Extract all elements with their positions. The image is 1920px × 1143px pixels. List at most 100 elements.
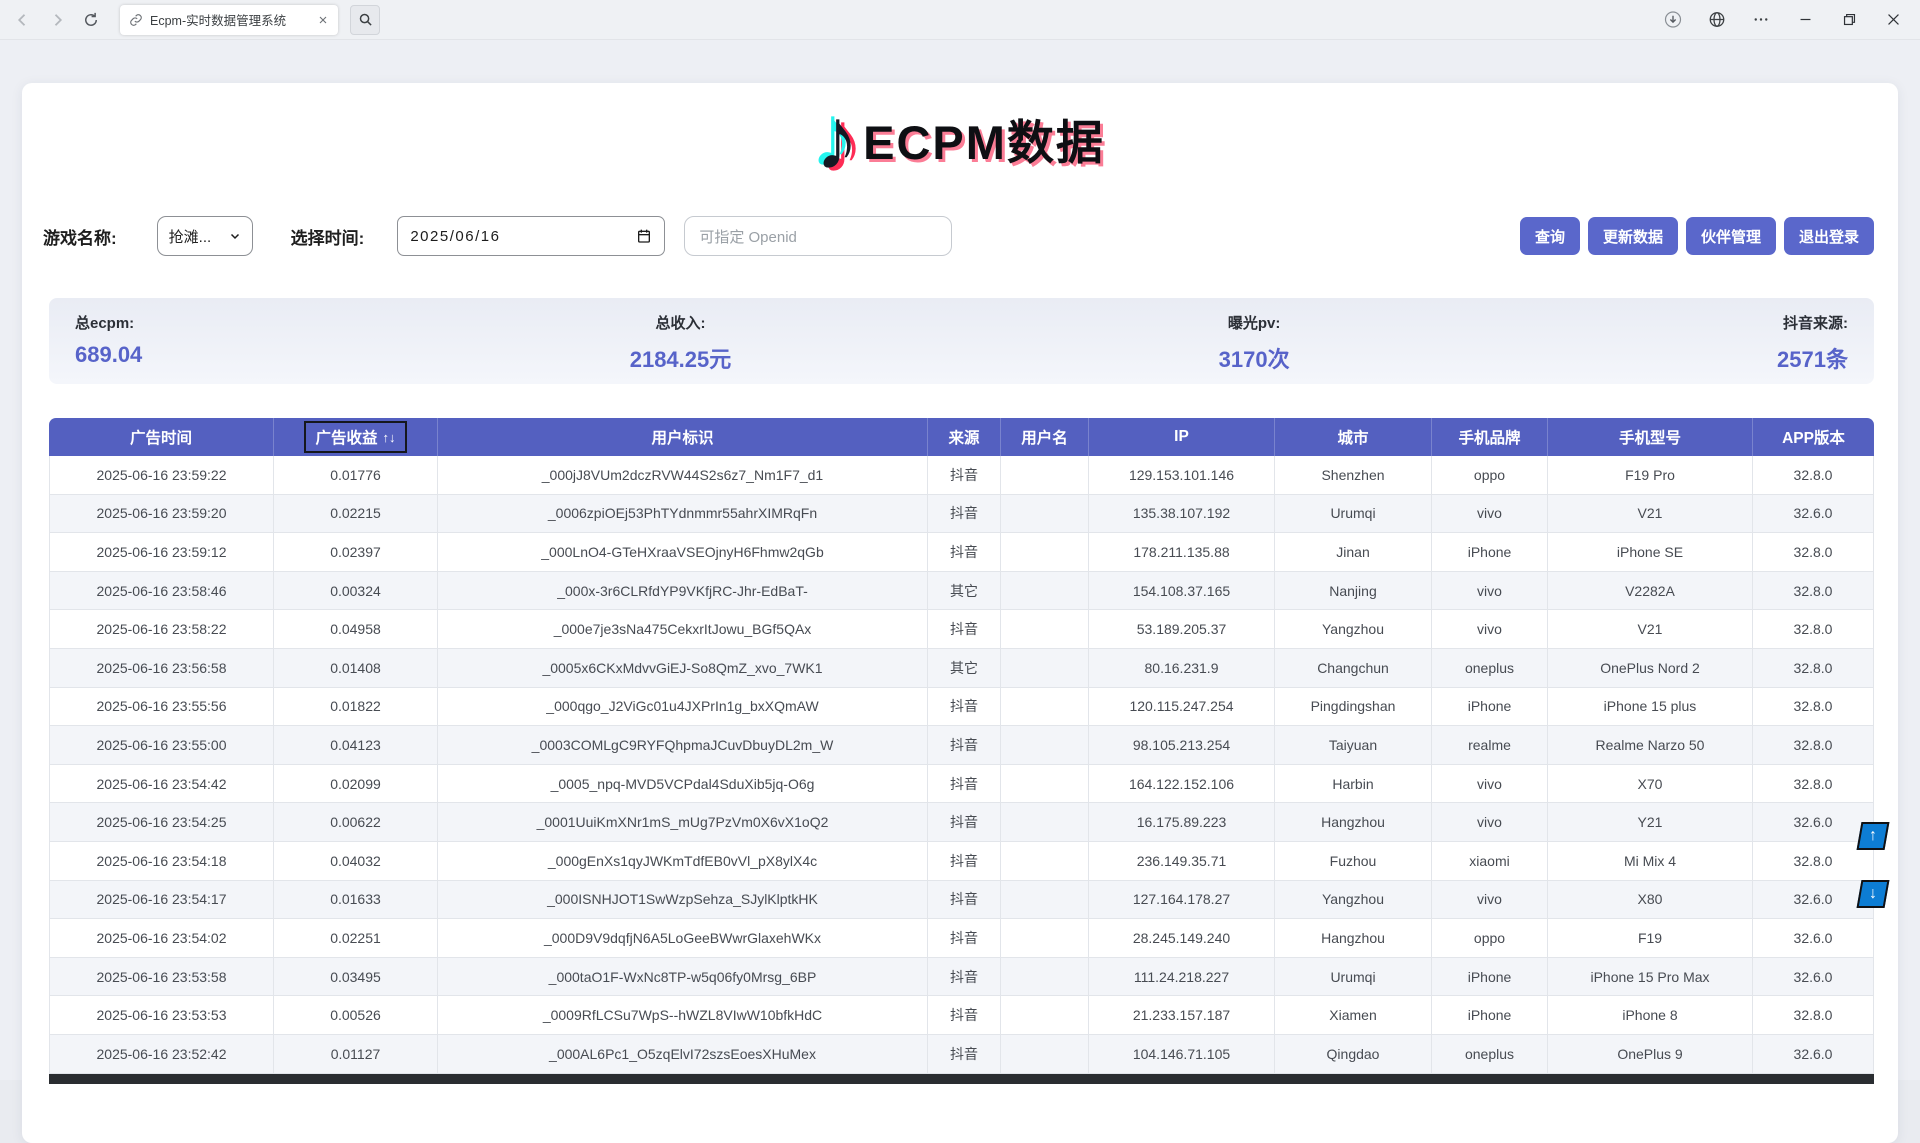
stat-value: 2184.25元 bbox=[630, 342, 732, 374]
city-cell: Nanjing bbox=[1275, 572, 1432, 611]
ad-time-cell: 2025-06-16 23:54:17 bbox=[49, 881, 274, 920]
logout-button[interactable]: 退出登录 bbox=[1784, 217, 1874, 255]
ad-time-cell: 2025-06-16 23:55:00 bbox=[49, 726, 274, 765]
search-button[interactable] bbox=[350, 5, 380, 35]
ip-cell: 16.175.89.223 bbox=[1089, 803, 1275, 842]
ad-revenue-cell: 0.04958 bbox=[274, 610, 438, 649]
phone-model-cell: iPhone 15 Pro Max bbox=[1548, 958, 1753, 997]
date-input[interactable]: 2025/06/16 bbox=[397, 216, 665, 256]
phone-brand-cell: vivo bbox=[1432, 803, 1548, 842]
ad-revenue-cell: 0.01776 bbox=[274, 456, 438, 495]
stats-bar: 总ecpm: 689.04 总收入: 2184.25元 曝光pv: 3170次 … bbox=[49, 298, 1874, 384]
user-id-cell: _000qgo_J2ViGc01u4JXPrIn1g_bxXQmAW bbox=[438, 688, 928, 727]
more-menu-icon[interactable] bbox=[1752, 11, 1770, 29]
game-name-label: 游戏名称: bbox=[43, 224, 117, 249]
source-cell: 抖音 bbox=[928, 803, 1001, 842]
table-row: 2025-06-16 23:52:420.01127_000AL6Pc1_O5z… bbox=[49, 1035, 1874, 1074]
phone-brand-cell: iPhone bbox=[1432, 533, 1548, 572]
refresh-data-button[interactable]: 更新数据 bbox=[1588, 217, 1678, 255]
app-version-cell: 32.8.0 bbox=[1753, 688, 1874, 727]
username-cell bbox=[1001, 533, 1089, 572]
source-cell: 抖音 bbox=[928, 1035, 1001, 1074]
source-cell: 抖音 bbox=[928, 726, 1001, 765]
partner-manage-button[interactable]: 伙伴管理 bbox=[1686, 217, 1776, 255]
table-row: 2025-06-16 23:55:560.01822_000qgo_J2ViGc… bbox=[49, 688, 1874, 727]
phone-brand-cell: oneplus bbox=[1432, 1035, 1548, 1074]
stat-total-income: 总收入: 2184.25元 bbox=[630, 312, 732, 370]
username-cell bbox=[1001, 996, 1089, 1035]
city-cell: Xiamen bbox=[1275, 996, 1432, 1035]
ad-time-cell: 2025-06-16 23:56:58 bbox=[49, 649, 274, 688]
window-close-icon[interactable] bbox=[1884, 11, 1902, 29]
tab-close-icon[interactable] bbox=[317, 14, 329, 26]
source-cell: 其它 bbox=[928, 572, 1001, 611]
globe-icon[interactable] bbox=[1708, 11, 1726, 29]
minimize-icon[interactable] bbox=[1796, 11, 1814, 29]
user-id-cell: _0001UuiKmXNr1mS_mUg7PzVm0X6vX1oQ2 bbox=[438, 803, 928, 842]
forward-icon[interactable] bbox=[48, 11, 66, 29]
browser-tab[interactable]: Ecpm-实时数据管理系统 bbox=[120, 5, 338, 35]
user-id-cell: _0005x6CKxMdvvGiEJ-So8QmZ_xvo_7WK1 bbox=[438, 649, 928, 688]
city-cell: Changchun bbox=[1275, 649, 1432, 688]
username-cell bbox=[1001, 1035, 1089, 1074]
app-version-cell: 32.6.0 bbox=[1753, 919, 1874, 958]
ad-revenue-cell: 0.02099 bbox=[274, 765, 438, 804]
revenue-sort-button[interactable]: 广告收益↑↓ bbox=[304, 421, 406, 453]
ip-cell: 178.211.135.88 bbox=[1089, 533, 1275, 572]
ip-cell: 154.108.37.165 bbox=[1089, 572, 1275, 611]
column-header-ad-revenue[interactable]: 广告收益↑↓ bbox=[274, 418, 438, 456]
app-version-cell: 32.6.0 bbox=[1753, 1035, 1874, 1074]
table-row: 2025-06-16 23:54:020.02251_000D9V9dqfjN6… bbox=[49, 919, 1874, 958]
ip-cell: 21.233.157.187 bbox=[1089, 996, 1275, 1035]
game-select[interactable]: 抢滩... bbox=[157, 216, 253, 256]
table-row: 2025-06-16 23:59:120.02397_000LnO4-GTeHX… bbox=[49, 533, 1874, 572]
username-cell bbox=[1001, 572, 1089, 611]
city-cell: Taiyuan bbox=[1275, 726, 1432, 765]
data-table: 广告时间广告收益↑↓用户标识来源用户名IP城市手机品牌手机型号APP版本 202… bbox=[49, 418, 1874, 1084]
stat-total-ecpm: 总ecpm: 689.04 bbox=[75, 312, 142, 370]
user-id-cell: _000gEnXs1qyJWKmTdfEB0vVl_pX8ylX4c bbox=[438, 842, 928, 881]
source-cell: 抖音 bbox=[928, 958, 1001, 997]
ip-cell: 127.164.178.27 bbox=[1089, 881, 1275, 920]
download-icon[interactable] bbox=[1664, 11, 1682, 29]
table-header-row: 广告时间广告收益↑↓用户标识来源用户名IP城市手机品牌手机型号APP版本 bbox=[49, 418, 1874, 456]
phone-brand-cell: realme bbox=[1432, 726, 1548, 765]
table-row: 2025-06-16 23:54:420.02099_0005_npq-MVD5… bbox=[49, 765, 1874, 804]
table-row: 2025-06-16 23:53:530.00526_0009RfLCSu7Wp… bbox=[49, 996, 1874, 1035]
phone-model-cell: iPhone SE bbox=[1548, 533, 1753, 572]
table-body: 2025-06-16 23:59:220.01776_000jJ8VUm2dcz… bbox=[49, 456, 1874, 1074]
browser-chrome: Ecpm-实时数据管理系统 bbox=[0, 0, 1920, 40]
phone-brand-cell: vivo bbox=[1432, 765, 1548, 804]
table-bottom-strip bbox=[49, 1074, 1874, 1084]
username-cell bbox=[1001, 495, 1089, 534]
calendar-icon[interactable] bbox=[636, 228, 652, 244]
scroll-to-bottom-button[interactable]: ↓ bbox=[1857, 880, 1890, 908]
column-header-app-version: APP版本 bbox=[1753, 418, 1874, 456]
username-cell bbox=[1001, 765, 1089, 804]
table-row: 2025-06-16 23:55:000.04123_0003COMLgC9RY… bbox=[49, 726, 1874, 765]
openid-placeholder: 可指定 Openid bbox=[699, 226, 797, 247]
username-cell bbox=[1001, 803, 1089, 842]
phone-model-cell: Realme Narzo 50 bbox=[1548, 726, 1753, 765]
table-row: 2025-06-16 23:54:250.00622_0001UuiKmXNr1… bbox=[49, 803, 1874, 842]
openid-input[interactable]: 可指定 Openid bbox=[684, 216, 952, 256]
ip-cell: 80.16.231.9 bbox=[1089, 649, 1275, 688]
table-row: 2025-06-16 23:58:220.04958_000e7je3sNa47… bbox=[49, 610, 1874, 649]
restore-icon[interactable] bbox=[1840, 11, 1858, 29]
ad-revenue-cell: 0.01822 bbox=[274, 688, 438, 727]
app-version-cell: 32.8.0 bbox=[1753, 533, 1874, 572]
reload-icon[interactable] bbox=[82, 11, 100, 29]
phone-model-cell: OnePlus Nord 2 bbox=[1548, 649, 1753, 688]
ad-revenue-cell: 0.04032 bbox=[274, 842, 438, 881]
back-icon[interactable] bbox=[14, 11, 32, 29]
username-cell bbox=[1001, 688, 1089, 727]
ad-revenue-cell: 0.01408 bbox=[274, 649, 438, 688]
city-cell: Qingdao bbox=[1275, 1035, 1432, 1074]
scroll-to-top-button[interactable]: ↑ bbox=[1857, 822, 1890, 850]
table-row: 2025-06-16 23:54:170.01633_000ISNHJOT1Sw… bbox=[49, 881, 1874, 920]
source-cell: 抖音 bbox=[928, 919, 1001, 958]
ip-cell: 236.149.35.71 bbox=[1089, 842, 1275, 881]
phone-model-cell: iPhone 15 plus bbox=[1548, 688, 1753, 727]
query-button[interactable]: 查询 bbox=[1520, 217, 1580, 255]
table-row: 2025-06-16 23:53:580.03495_000taO1F-WxNc… bbox=[49, 958, 1874, 997]
